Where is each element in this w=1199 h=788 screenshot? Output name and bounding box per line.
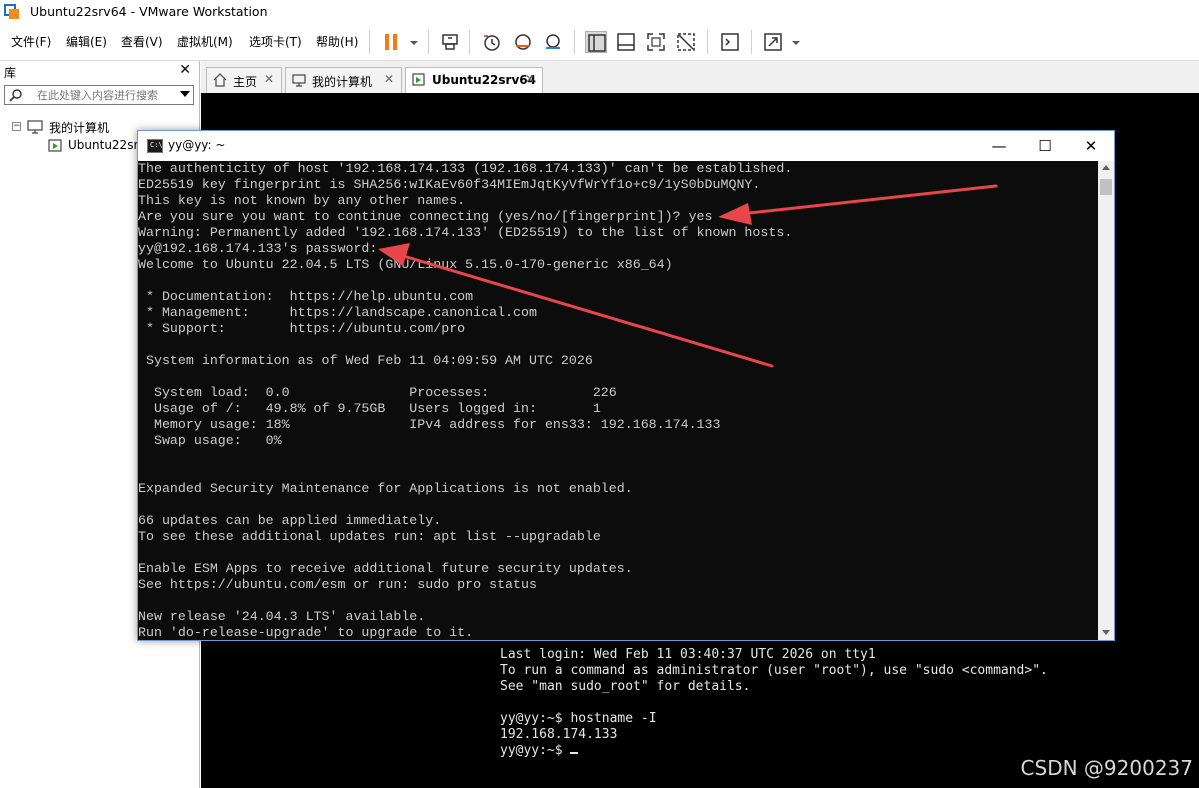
tab-close-icon[interactable]: ✕ — [525, 72, 535, 86]
terminal-icon: C:\ — [147, 139, 163, 153]
search-dropdown-icon[interactable] — [180, 91, 190, 97]
terminal-line: yy@192.168.174.133's password: — [138, 241, 378, 256]
tree-root-label: 我的计算机 — [49, 121, 110, 135]
console-view-icon[interactable] — [719, 31, 741, 53]
menu-help[interactable]: 帮助(H) — [316, 33, 358, 50]
library-close-icon[interactable]: ✕ — [179, 62, 191, 78]
library-search[interactable] — [4, 85, 194, 105]
revert-snapshot-icon[interactable] — [512, 31, 534, 53]
tab-close-icon[interactable]: ✕ — [264, 72, 274, 86]
search-icon — [9, 88, 23, 102]
terminal-line: Welcome to Ubuntu 22.04.5 LTS (GNU/Linux… — [138, 257, 673, 272]
terminal-line: Run 'do-release-upgrade' to upgrade to i… — [138, 625, 474, 640]
terminal-line: Are you sure you want to continue connec… — [138, 209, 713, 224]
console-line: To run a command as administrator (user … — [500, 663, 1048, 678]
vm-running-icon — [412, 73, 426, 87]
tab-label: 主页 — [233, 75, 258, 89]
watermark: CSDN @9200237 — [1020, 756, 1193, 780]
terminal-title: yy@yy: ~ — [168, 138, 226, 152]
tab-close-icon[interactable]: ✕ — [384, 72, 394, 86]
unity-mode-icon[interactable] — [675, 31, 697, 53]
terminal-line: Warning: Permanently added '192.168.174.… — [138, 225, 793, 240]
show-library-icon[interactable] — [585, 31, 607, 53]
tab-home[interactable]: 主页 ✕ — [206, 67, 282, 93]
snapshot-icon[interactable] — [481, 31, 503, 53]
console-line: 192.168.174.133 — [500, 727, 618, 742]
library-search-input[interactable] — [37, 87, 173, 103]
menu-vm[interactable]: 虚拟机(M) — [177, 33, 233, 50]
stretch-dropdown-icon[interactable] — [785, 31, 800, 53]
tab-label: Ubuntu22srv64 — [432, 73, 536, 87]
terminal-line: * Management: https://landscape.canonica… — [138, 305, 537, 320]
vm-console-text: Last login: Wed Feb 11 03:40:37 UTC 2026… — [500, 647, 1048, 759]
terminal-line: ED25519 key fingerprint is SHA256:wIKaEv… — [138, 177, 761, 192]
menu-file[interactable]: 文件(F) — [11, 33, 51, 50]
terminal-line: * Documentation: https://help.ubuntu.com — [138, 289, 474, 304]
menu-view[interactable]: 查看(V) — [121, 33, 163, 50]
vmware-title-bar: Ubuntu22srv64 - VMware Workstation — [0, 0, 1199, 24]
terminal-line: * Support: https://ubuntu.com/pro — [138, 321, 466, 336]
thumbnail-bar-icon[interactable] — [615, 31, 637, 53]
home-icon — [213, 73, 227, 87]
terminal-line: This key is not known by any other names… — [138, 193, 466, 208]
power-dropdown-icon[interactable] — [403, 31, 418, 53]
terminal-line: Expanded Security Maintenance for Applic… — [138, 481, 633, 496]
close-button[interactable]: ✕ — [1068, 131, 1114, 161]
terminal-line: Enable ESM Apps to receive additional fu… — [138, 561, 633, 576]
library-header: 库 ✕ — [0, 61, 199, 83]
tree-collapse-icon[interactable]: − — [12, 122, 21, 131]
menu-edit[interactable]: 编辑(E) — [66, 33, 107, 50]
terminal-line: System information as of Wed Feb 11 04:0… — [138, 353, 593, 368]
pause-icon[interactable] — [381, 31, 403, 53]
toolbar-separator — [469, 30, 470, 54]
maximize-button[interactable]: ☐ — [1022, 131, 1068, 161]
console-line: yy@yy:~$ hostname -I — [500, 711, 657, 726]
snapshot-manager-icon[interactable] — [542, 31, 564, 53]
terminal-line: To see these additional updates run: apt… — [138, 529, 601, 544]
terminal-line: The authenticity of host '192.168.174.13… — [138, 161, 793, 176]
minimize-button[interactable]: — — [976, 131, 1022, 161]
scroll-down-icon[interactable] — [1102, 630, 1110, 635]
terminal-title-bar: C:\ yy@yy: ~ — ☐ ✕ — [138, 131, 1114, 161]
window-title: Ubuntu22srv64 - VMware Workstation — [30, 4, 268, 19]
console-line: Last login: Wed Feb 11 03:40:37 UTC 2026… — [500, 647, 876, 662]
computer-icon — [292, 73, 306, 87]
terminal-body[interactable]: The authenticity of host '192.168.174.13… — [138, 161, 1098, 640]
console-prompt: yy@yy:~$ — [500, 743, 571, 758]
send-ctrl-alt-del-icon[interactable] — [439, 31, 461, 53]
scrollbar-thumb[interactable] — [1100, 179, 1112, 195]
terminal-line: 66 updates can be applied immediately. — [138, 513, 442, 528]
console-line: See "man sudo_root" for details. — [500, 679, 751, 694]
toolbar-separator — [751, 30, 752, 54]
text-cursor — [570, 752, 579, 754]
terminal-line: New release '24.04.3 LTS' available. — [138, 609, 426, 624]
toolbar-separator — [428, 30, 429, 54]
terminal-output: The authenticity of host '192.168.174.13… — [138, 161, 792, 640]
tab-ubuntu-vm[interactable]: Ubuntu22srv64 ✕ — [405, 67, 543, 94]
toolbar-separator — [369, 30, 370, 54]
tab-bar: 主页 ✕ 我的计算机 ✕ Ubuntu22srv64 ✕ — [201, 61, 1199, 94]
ssh-terminal-window[interactable]: C:\ yy@yy: ~ — ☐ ✕ The authenticity of h… — [137, 130, 1115, 641]
scroll-up-icon[interactable] — [1102, 165, 1110, 170]
terminal-line: System load: 0.0 Processes: 226 — [138, 385, 617, 400]
computer-icon — [27, 120, 43, 134]
terminal-scrollbar[interactable] — [1098, 161, 1114, 640]
terminal-line: Swap usage: 0% — [138, 433, 282, 448]
menu-tabs[interactable]: 选项卡(T) — [249, 33, 302, 50]
toolbar-separator — [574, 30, 575, 54]
vm-running-icon — [48, 139, 64, 153]
terminal-line: See https://ubuntu.com/esm or run: sudo … — [138, 577, 537, 592]
toolbar-separator — [707, 30, 708, 54]
vmware-app-icon — [4, 4, 20, 20]
terminal-line: Usage of /: 49.8% of 9.75GB Users logged… — [138, 401, 601, 416]
menu-toolbar: 文件(F) 编辑(E) 查看(V) 虚拟机(M) 选项卡(T) 帮助(H) — [0, 24, 1199, 61]
library-title: 库 — [4, 66, 17, 80]
full-screen-icon[interactable] — [645, 31, 667, 53]
terminal-line: Memory usage: 18% IPv4 address for ens33… — [138, 417, 721, 432]
tab-my-computer[interactable]: 我的计算机 ✕ — [285, 67, 402, 93]
tab-label: 我的计算机 — [312, 75, 373, 89]
stretch-icon[interactable] — [762, 31, 784, 53]
